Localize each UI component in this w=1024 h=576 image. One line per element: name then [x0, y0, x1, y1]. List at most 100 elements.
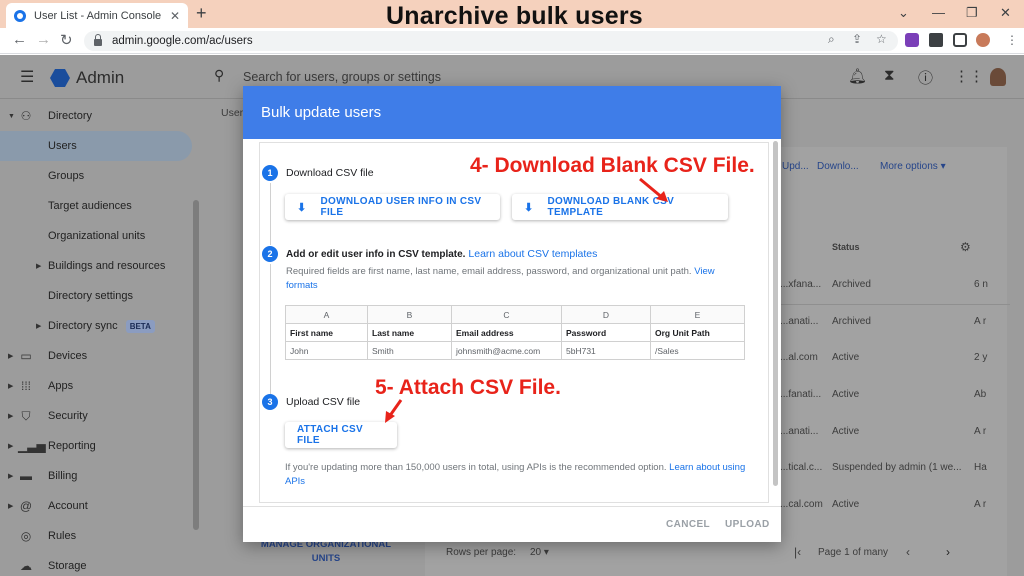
admin-search-input[interactable]: Search for users, groups or settings	[243, 70, 441, 84]
step-3-badge: 3	[262, 394, 278, 410]
hamburger-menu-icon[interactable]: ☰	[20, 67, 34, 87]
sidebar-item-label: Apps	[48, 380, 74, 392]
reload-icon[interactable]: ↻	[60, 31, 73, 49]
sidebar-item-target-audiences[interactable]: Target audiences	[0, 191, 200, 221]
browser-tab[interactable]: User List - Admin Console ✕	[6, 3, 188, 28]
extension-icon[interactable]	[905, 33, 919, 47]
tab-search-icon[interactable]: ⌄	[898, 5, 909, 21]
puzzle-extensions-icon[interactable]	[929, 33, 943, 47]
column-letter: B	[367, 305, 452, 324]
beta-badge: BETA	[125, 319, 155, 333]
sidebar-item-rules[interactable]: ◎ Rules	[0, 521, 200, 551]
sidebar-item-storage[interactable]: ☁ Storage	[0, 551, 200, 576]
first-page-icon[interactable]: |‹	[794, 545, 801, 559]
row-status: Active	[832, 499, 860, 510]
account-avatar[interactable]	[990, 68, 1006, 86]
row-last: A r	[974, 499, 987, 510]
sidebar-item-label: Groups	[48, 170, 85, 182]
download-blank-template-button[interactable]: ⬇ DOWNLOAD BLANK CSV TEMPLATE	[512, 194, 728, 220]
more-options-button[interactable]: More options ▾	[880, 161, 946, 172]
profile-avatar-icon[interactable]	[976, 33, 990, 47]
column-settings-icon[interactable]: ⚙	[960, 240, 971, 254]
close-window-button[interactable]: ✕	[1000, 5, 1011, 21]
tasks-hourglass-icon[interactable]: ⧗	[884, 67, 895, 84]
bookmark-star-icon[interactable]: ☆	[876, 32, 887, 46]
sidebar-item-label: Directory sync	[48, 320, 118, 332]
bar-chart-icon: ▁▃▅	[18, 439, 46, 453]
sidebar-item-billing[interactable]: ▶ ▬ Billing	[0, 461, 200, 491]
help-icon[interactable]: ⓘ	[918, 67, 933, 88]
browser-menu-icon[interactable]: ⋮	[1006, 33, 1018, 47]
pagination-label: Page 1 of many	[818, 547, 889, 558]
back-arrow-icon[interactable]: ←	[12, 31, 27, 48]
table-row: A B C D E	[285, 305, 745, 324]
table-header-cell: Org Unit Path	[650, 323, 745, 342]
caret-right-icon: ▶	[8, 353, 14, 360]
download-user-info-button[interactable]: ⬇ DOWNLOAD USER INFO IN CSV FILE	[285, 194, 500, 220]
forward-arrow-icon[interactable]: →	[36, 31, 51, 48]
sidebar-item-account[interactable]: ▶ @ Account	[0, 491, 200, 521]
sidebar-scrollbar[interactable]	[193, 200, 199, 530]
update-users-button[interactable]: Upd...	[782, 161, 809, 172]
sidebar-item-groups[interactable]: Groups	[0, 161, 200, 191]
url-text: admin.google.com/ac/users	[112, 35, 253, 47]
step-2-title: Add or edit user info in CSV template. L…	[286, 248, 597, 260]
step-3-title: Upload CSV file	[286, 396, 361, 408]
download-users-button[interactable]: Downlo...	[817, 161, 859, 172]
tab-close-icon[interactable]: ✕	[170, 9, 180, 23]
sidebar-item-security[interactable]: ▶ ⛉ Security	[0, 401, 200, 431]
dialog-scrollbar[interactable]	[773, 141, 778, 486]
cancel-button[interactable]: CANCEL	[666, 519, 710, 530]
status-column-header[interactable]: Status	[832, 242, 860, 252]
share-icon[interactable]: ⇪	[852, 32, 862, 46]
sidebar-item-users[interactable]: Users	[0, 131, 192, 161]
rows-per-page-select[interactable]: 20 ▾	[530, 547, 549, 558]
step-1-badge: 1	[262, 165, 278, 181]
required-fields-label: Required fields are first name, last nam…	[286, 266, 692, 277]
learn-apis-text: Learn about using	[669, 462, 746, 473]
annotation-download-blank: 4- Download Blank CSV File.	[470, 154, 755, 177]
restore-button[interactable]: ❐	[966, 5, 978, 21]
learn-csv-templates-link[interactable]: Learn about CSV templates	[468, 248, 597, 260]
minimize-button[interactable]: —	[932, 5, 945, 20]
admin-favicon-icon	[14, 9, 26, 22]
notifications-bell-icon[interactable]: 🔔︎	[848, 67, 867, 85]
row-email: ...anati...	[780, 426, 819, 437]
next-page-icon[interactable]: ›	[946, 545, 950, 559]
sidebar-item-devices[interactable]: ▶ ▭ Devices	[0, 341, 200, 371]
sidebar-item-directory-settings[interactable]: Directory settings	[0, 281, 200, 311]
sidebar-item-label: Users	[48, 140, 77, 152]
apps-grid-icon[interactable]: ⋮⋮	[954, 67, 984, 85]
api-recommendation-text: If you're updating more than 150,000 use…	[285, 461, 765, 489]
search-icon[interactable]: ⚲	[214, 67, 224, 84]
admin-logo-icon	[50, 69, 70, 87]
sidebar-item-label: Reporting	[48, 440, 96, 452]
new-tab-button[interactable]: +	[196, 3, 207, 24]
sidebar-item-label: Buildings and resources	[48, 260, 166, 272]
upload-button[interactable]: UPLOAD	[725, 519, 770, 530]
download-blank-template-label: DOWNLOAD BLANK CSV TEMPLATE	[547, 196, 675, 218]
attach-csv-button[interactable]: ATTACH CSV FILE	[285, 422, 397, 448]
sidebar-item-label: Billing	[48, 470, 78, 482]
side-panel-icon[interactable]	[953, 33, 967, 47]
sidebar-item-reporting[interactable]: ▶ ▁▃▅ Reporting	[0, 431, 200, 461]
apis-link-text: APIs	[285, 476, 306, 487]
column-letter: D	[561, 305, 651, 324]
sidebar-item-label: Target audiences	[48, 200, 132, 212]
users-tab-label[interactable]: User	[221, 107, 243, 119]
person-icon: ⚇	[20, 109, 32, 123]
manage-org-units-button[interactable]: MANAGE ORGANIZATIONAL UNITS	[258, 538, 394, 566]
sidebar-item-buildings[interactable]: ▶ Buildings and resources	[0, 251, 200, 281]
row-email: ...cal.com	[780, 499, 823, 510]
row-email: ...tical.c...	[780, 462, 823, 473]
column-letter: E	[650, 305, 745, 324]
sidebar-item-apps[interactable]: ▶ ⁞⁞⁞ Apps	[0, 371, 200, 401]
sidebar-item-directory-sync[interactable]: ▶ Directory sync BETA	[0, 311, 200, 341]
sidebar-item-organizational-units[interactable]: Organizational units	[0, 221, 200, 251]
url-bar[interactable]: admin.google.com/ac/users	[84, 31, 898, 51]
row-last: A r	[974, 316, 987, 327]
sidebar-item-directory[interactable]: ▼ ⚇ Directory	[0, 101, 200, 131]
prev-page-icon[interactable]: ‹	[906, 545, 910, 559]
zoom-icon[interactable]: ⌕	[828, 32, 835, 47]
row-status: Archived	[832, 279, 871, 290]
